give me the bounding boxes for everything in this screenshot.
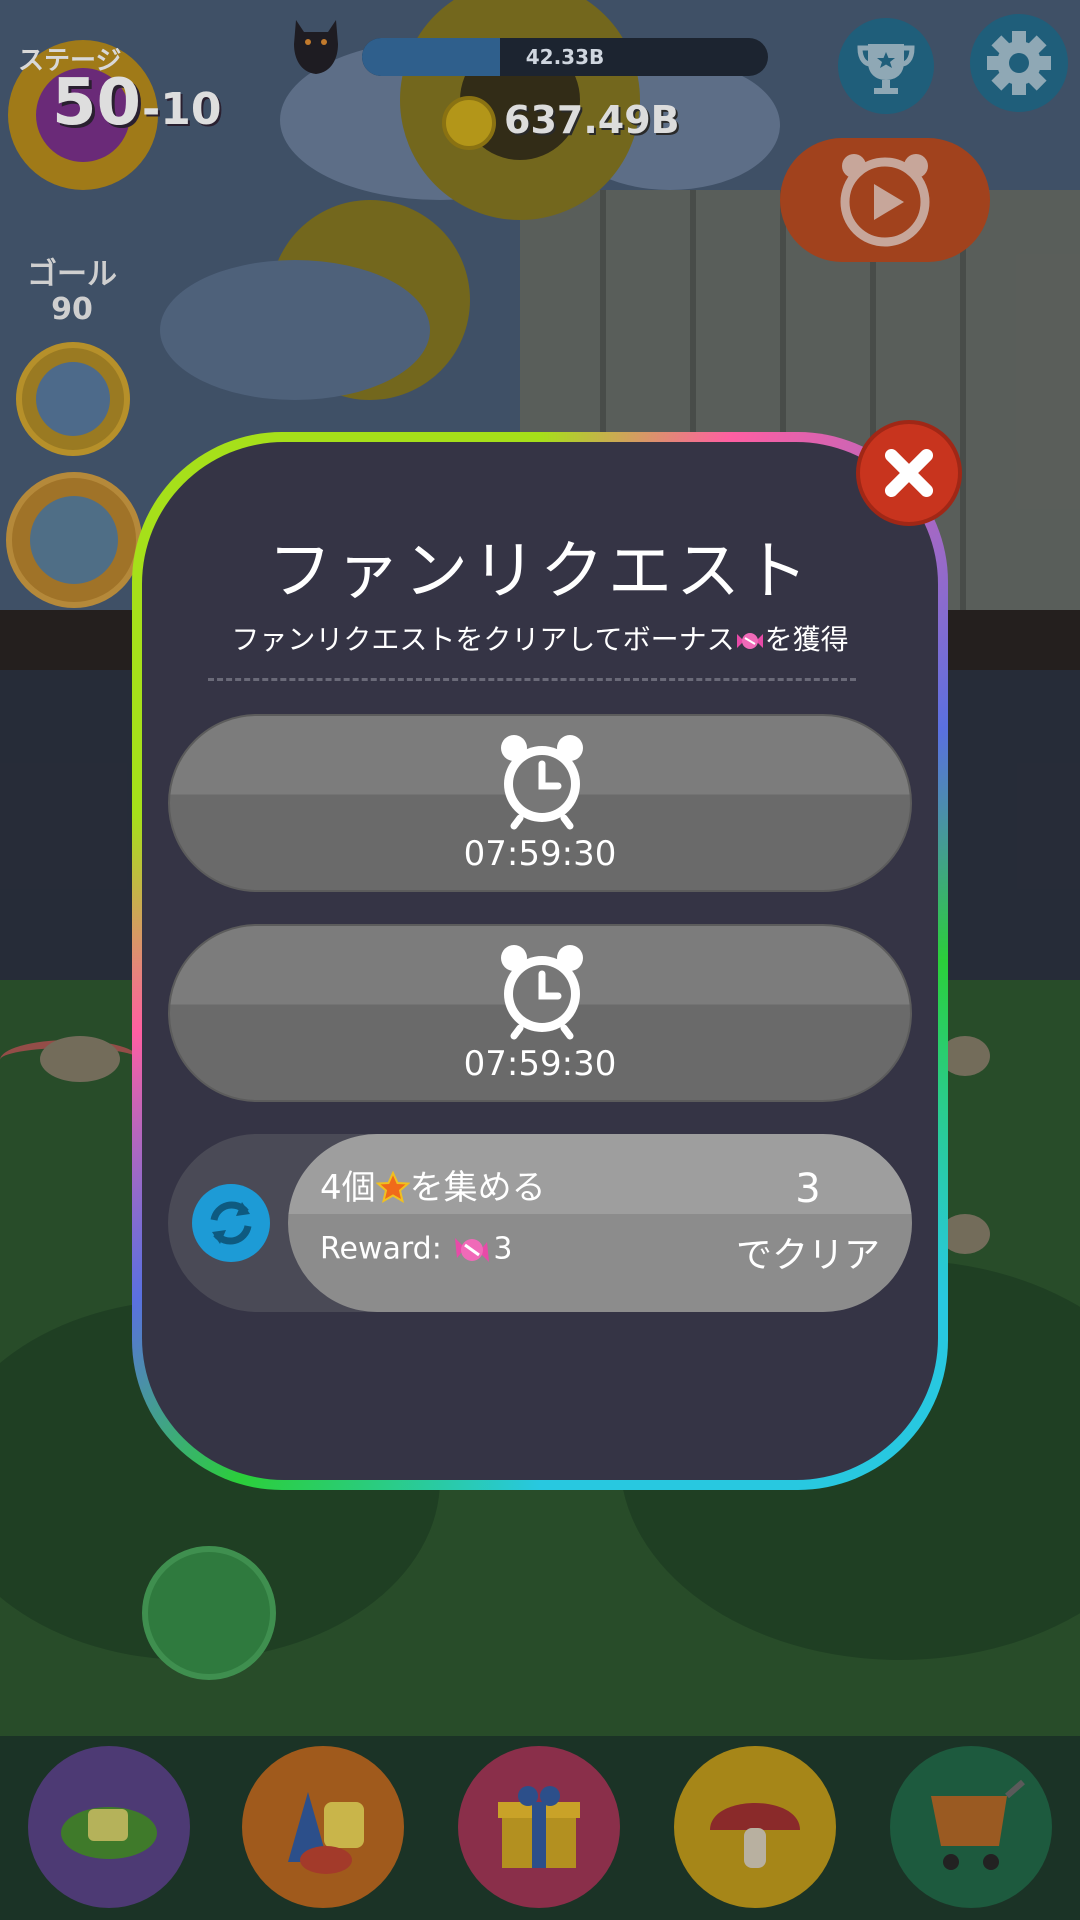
candy-icon (455, 1238, 490, 1262)
quest-details-button[interactable]: 4個 を集める Reward: 3 3 でクリア (288, 1134, 912, 1312)
dialog-subtitle-suffix: を獲得 (764, 623, 849, 656)
ball-icon (36, 362, 110, 436)
gift-icon (458, 1746, 620, 1908)
speed-up-ad-button[interactable] (780, 138, 990, 262)
clear-count: 3 (795, 1166, 821, 1212)
stage-sub-number: -10 (142, 84, 222, 135)
dialog-title: ファンリクエスト (268, 535, 812, 609)
quest-reward: Reward: 3 (320, 1230, 512, 1270)
gear-icon (987, 31, 1051, 95)
cat-icon (294, 20, 338, 74)
coins-stack-icon (30, 496, 118, 584)
stage-progress-bar: 42.33B (362, 38, 768, 76)
ball-launch-button[interactable] (142, 1546, 276, 1680)
shopping-cart-icon (890, 1746, 1052, 1908)
quest-title: 4個 を集める (320, 1160, 546, 1209)
close-button[interactable] (856, 420, 962, 526)
request-slot-cooldown: 07:59:30 (168, 924, 912, 1102)
clear-label: でクリア (735, 1235, 880, 1276)
star-icon (375, 1171, 410, 1204)
dialog-subtitle-text: ファンリクエストをクリアしてボーナス (231, 623, 735, 656)
nav-mushroom-button[interactable] (674, 1746, 836, 1908)
coin-icon (442, 96, 496, 150)
close-icon (884, 448, 934, 498)
settings-button[interactable] (970, 14, 1068, 112)
fan-request-quest: 4個 を集める Reward: 3 3 でクリア (168, 1134, 912, 1312)
alarm-play-icon (840, 154, 930, 247)
fans-icon (242, 1746, 404, 1908)
stage-number: 50 (52, 66, 142, 140)
quest-title-suffix: を集める (409, 1168, 546, 1208)
powerup-ball-button[interactable] (16, 342, 130, 456)
quest-title-prefix: 4個 (320, 1168, 376, 1208)
nav-character-button[interactable] (28, 1746, 190, 1908)
goal-label: ゴール (27, 257, 117, 292)
nav-gift-button[interactable] (458, 1746, 620, 1908)
stage-progress-text: 42.33B (525, 45, 605, 69)
reward-label: Reward: (320, 1231, 442, 1267)
nav-shop-button[interactable] (890, 1746, 1052, 1908)
powerup-coins-button[interactable] (6, 472, 142, 608)
refresh-icon (210, 1201, 252, 1245)
character-icon (28, 1746, 190, 1908)
alarm-clock-icon (501, 735, 583, 830)
refresh-request-button[interactable] (192, 1184, 270, 1262)
cooldown-timer: 07:59:30 (463, 1044, 617, 1084)
coin-balance: 637.49B (504, 98, 680, 142)
dialog-subtitle: ファンリクエストをクリアしてボーナス を獲得 (142, 618, 938, 658)
goal-value: 90 (51, 292, 93, 327)
dashed-divider (208, 678, 856, 681)
request-slot-cooldown: 07:59:30 (168, 714, 912, 892)
cooldown-timer: 07:59:30 (463, 834, 617, 874)
alarm-clock-icon (501, 945, 583, 1040)
reward-amount: 3 (493, 1231, 513, 1267)
trophy-button[interactable] (838, 18, 934, 114)
trophy-icon (857, 44, 915, 94)
mushroom-icon (674, 1746, 836, 1908)
nav-fans-button[interactable] (242, 1746, 404, 1908)
candy-icon (736, 633, 763, 649)
